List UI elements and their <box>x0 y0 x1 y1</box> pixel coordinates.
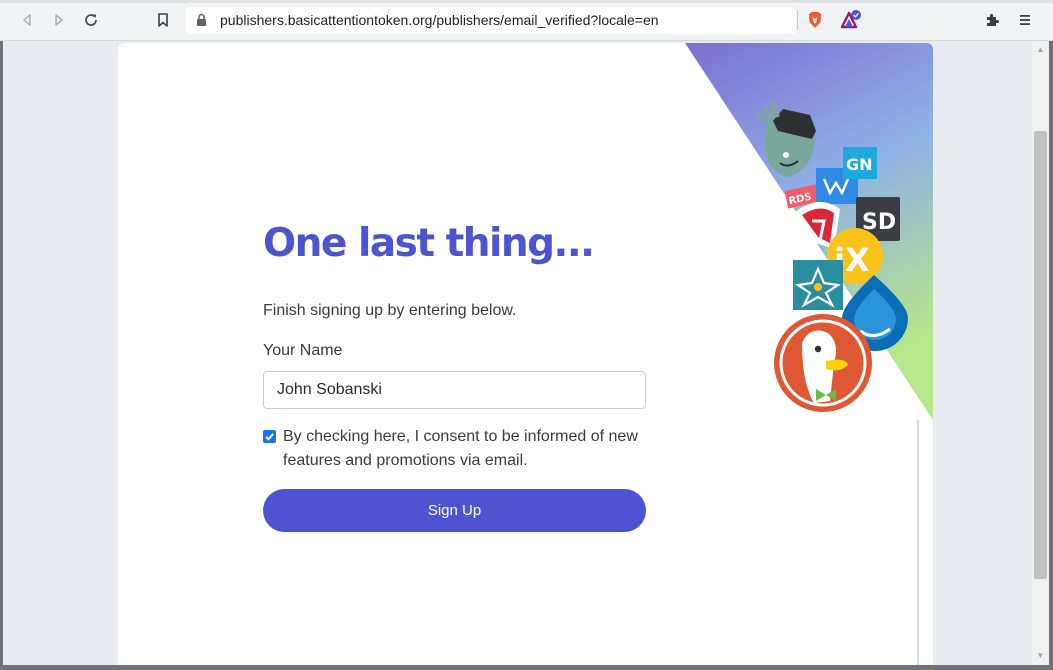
brave-rewards-button[interactable] <box>840 9 862 31</box>
bookmark-icon <box>158 13 168 27</box>
back-icon <box>23 14 31 26</box>
svg-text:GN: GN <box>846 155 873 174</box>
window-frame-left <box>0 41 3 670</box>
browser-toolbar: publishers.basicattentiontoken.org/publi… <box>0 0 1053 41</box>
signup-instructions: Finish signing up by entering below. <box>263 302 517 319</box>
page-title: One last thing... <box>263 221 595 266</box>
name-input[interactable] <box>263 371 646 409</box>
url-text[interactable]: publishers.basicattentiontoken.org/publi… <box>220 12 659 28</box>
menu-icon <box>1020 15 1030 25</box>
publisher-logos-illustration: RDS GN SD iX <box>685 43 933 420</box>
extensions-button[interactable] <box>982 9 1004 31</box>
brave-shields-icon <box>809 12 821 28</box>
signup-card: RDS GN SD iX One last thing... Finish si… <box>118 43 933 670</box>
forward-button[interactable] <box>48 9 70 31</box>
consent-checkbox[interactable] <box>263 430 276 443</box>
lock-icon <box>197 13 206 26</box>
tab-strip-edge <box>0 0 1053 3</box>
checkmark-icon <box>265 433 274 441</box>
toolbar-divider <box>797 10 798 30</box>
name-label: Your Name <box>263 342 343 359</box>
back-button[interactable] <box>16 9 38 31</box>
address-bar[interactable]: publishers.basicattentiontoken.org/publi… <box>186 7 796 34</box>
menu-button[interactable] <box>1014 9 1036 31</box>
consent-label[interactable]: By checking here, I consent to be inform… <box>283 425 643 473</box>
teal-star-logo-icon <box>793 260 843 310</box>
brave-rewards-icon <box>840 10 861 29</box>
brave-shields-button[interactable] <box>804 9 826 31</box>
card-edge <box>917 420 919 670</box>
window-frame-right <box>1049 41 1053 670</box>
scroll-up-arrow-icon[interactable]: ▲ <box>1035 44 1046 56</box>
reload-icon <box>85 14 97 26</box>
reload-button[interactable] <box>80 9 102 31</box>
duckduckgo-logo-icon <box>774 314 872 412</box>
window-frame-bottom <box>0 665 1053 670</box>
gn-logo-icon: GN <box>843 147 877 179</box>
forward-icon <box>55 14 63 26</box>
scrollbar-thumb[interactable] <box>1034 131 1047 579</box>
scroll-down-arrow-icon[interactable]: ▼ <box>1035 650 1046 662</box>
sign-up-button[interactable]: Sign Up <box>263 489 646 532</box>
extensions-icon <box>987 14 999 26</box>
bookmark-button[interactable] <box>152 9 174 31</box>
